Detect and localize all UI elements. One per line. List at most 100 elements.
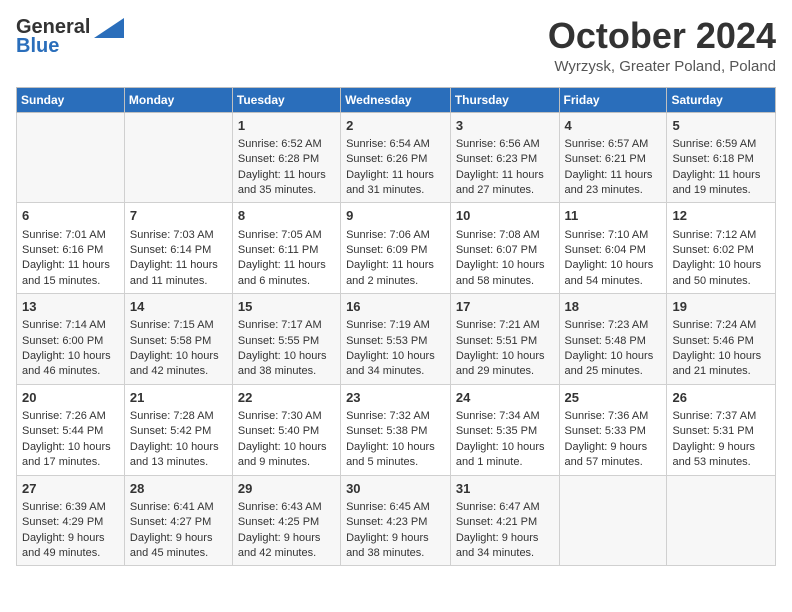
sunrise-text: Sunrise: 6:56 AM [456,137,554,152]
sunrise-text: Sunrise: 6:45 AM [346,500,445,515]
week-row-3: 13 Sunrise: 7:14 AMSunset: 6:00 PM Dayligh… [17,294,776,385]
sunrise-text: Sunrise: 6:59 AM [672,137,770,152]
sunset-text: Sunset: 5:31 PM [672,424,770,439]
sunrise-text: Sunrise: 7:34 AM [456,409,554,424]
sunrise-text: Sunrise: 6:41 AM [130,500,227,515]
sunrise-text: Sunrise: 7:03 AM [130,228,227,243]
day-number: 21 [130,389,227,407]
daylight-text: Daylight: 11 hours and 27 minutes. [456,168,554,199]
day-number: 5 [672,117,770,135]
day-number: 14 [130,298,227,316]
calendar-cell: 10Sunrise: 7:08 AMSunset: 6:07 PMDayligh… [450,203,559,294]
daylight-text: Daylight: 10 hours and 34 minutes. [346,349,445,380]
daylight-text: Daylight: 11 hours and 6 minutes. [238,258,335,289]
sunset-text: Sunset: 6:14 PM [130,243,227,258]
sunset-text: Sunset: 5:38 PM [346,424,445,439]
sunrise-text: Sunrise: 6:47 AM [456,500,554,515]
sunset-text: Sunset: 5:44 PM [22,424,119,439]
day-number: 15 [238,298,335,316]
calendar-cell: 5Sunrise: 6:59 AMSunset: 6:18 PMDaylight… [667,112,776,203]
daylight-text: Daylight: 10 hours and 50 minutes. [672,258,770,289]
daylight-text: Daylight: 11 hours and 19 minutes. [672,168,770,199]
daylight-text: Daylight: 11 hours and 2 minutes. [346,258,445,289]
sunrise-text: Sunrise: 7:17 AM [238,318,335,333]
daylight-text: Daylight: 10 hours and 58 minutes. [456,258,554,289]
calendar-cell: 31Sunrise: 6:47 AMSunset: 4:21 PMDayligh… [450,475,559,566]
sunrise-text: Sunrise: 7:37 AM [672,409,770,424]
sunrise-text: Sunrise: 7:12 AM [672,228,770,243]
calendar-cell: 18Sunrise: 7:23 AMSunset: 5:48 PMDayligh… [559,294,667,385]
sunrise-text: Sunrise: 6:39 AM [22,500,119,515]
sunset-text: Sunset: 5:55 PM [238,334,335,349]
day-number: 25 [565,389,662,407]
calendar-cell: 14Sunrise: 7:15 AMSunset: 5:58 PMDayligh… [124,294,232,385]
calendar-cell: 21Sunrise: 7:28 AMSunset: 5:42 PMDayligh… [124,384,232,475]
sunset-text: Sunset: 6:11 PM [238,243,335,258]
sunset-text: Sunset: 5:35 PM [456,424,554,439]
sunrise-text: Sunrise: 7:23 AM [565,318,662,333]
sunset-text: Sunset: 6:00 PM [22,334,119,349]
calendar-cell [17,112,125,203]
sunset-text: Sunset: 6:04 PM [565,243,662,258]
daylight-text: Daylight: 9 hours and 53 minutes. [672,440,770,471]
sunrise-text: Sunrise: 7:36 AM [565,409,662,424]
day-number: 30 [346,480,445,498]
daylight-text: Daylight: 9 hours and 34 minutes. [456,531,554,562]
sunset-text: Sunset: 5:40 PM [238,424,335,439]
sunset-text: Sunset: 5:42 PM [130,424,227,439]
calendar-cell: 4Sunrise: 6:57 AMSunset: 6:21 PMDaylight… [559,112,667,203]
logo: General Blue [16,16,124,58]
week-row-2: 6Sunrise: 7:01 AMSunset: 6:16 PMDaylight… [17,203,776,294]
day-number: 19 [672,298,770,316]
day-number: 17 [456,298,554,316]
daylight-text: Daylight: 11 hours and 35 minutes. [238,168,335,199]
sunrise-text: Sunrise: 7:26 AM [22,409,119,424]
calendar-cell: 6Sunrise: 7:01 AMSunset: 6:16 PMDaylight… [17,203,125,294]
day-number: 20 [22,389,119,407]
sunset-text: Sunset: 6:09 PM [346,243,445,258]
daylight-text: Daylight: 11 hours and 31 minutes. [346,168,445,199]
day-header-friday: Friday [559,87,667,112]
day-number: 8 [238,207,335,225]
sunrise-text: Sunrise: 7:19 AM [346,318,445,333]
sunset-text: Sunset: 4:23 PM [346,515,445,530]
day-number: 16 [346,298,445,316]
day-number: 6 [22,207,119,225]
daylight-text: Daylight: 11 hours and 15 minutes. [22,258,119,289]
calendar-cell: 28Sunrise: 6:41 AMSunset: 4:27 PMDayligh… [124,475,232,566]
sunrise-text: Sunrise: 7:08 AM [456,228,554,243]
calendar-cell: 2Sunrise: 6:54 AMSunset: 6:26 PMDaylight… [341,112,451,203]
calendar-cell: 1Sunrise: 6:52 AMSunset: 6:28 PMDaylight… [232,112,340,203]
calendar-cell: 29Sunrise: 6:43 AMSunset: 4:25 PMDayligh… [232,475,340,566]
day-header-tuesday: Tuesday [232,87,340,112]
calendar-cell: 15Sunrise: 7:17 AMSunset: 5:55 PMDayligh… [232,294,340,385]
sunrise-text: Sunrise: 7:01 AM [22,228,119,243]
calendar-cell [124,112,232,203]
page-header: General Blue October 2024 Wyrzysk, Great… [16,16,776,75]
calendar-cell: 16Sunrise: 7:19 AMSunset: 5:53 PMDayligh… [341,294,451,385]
calendar-cell: 23Sunrise: 7:32 AMSunset: 5:38 PMDayligh… [341,384,451,475]
calendar-cell: 3Sunrise: 6:56 AMSunset: 6:23 PMDaylight… [450,112,559,203]
sunrise-text: Sunrise: 7:14 AM [22,318,119,333]
calendar-cell: 17Sunrise: 7:21 AMSunset: 5:51 PMDayligh… [450,294,559,385]
calendar-cell: 25Sunrise: 7:36 AMSunset: 5:33 PMDayligh… [559,384,667,475]
day-number: 1 [238,117,335,135]
location: Wyrzysk, Greater Poland, Poland [548,58,776,75]
day-header-sunday: Sunday [17,87,125,112]
day-number: 4 [565,117,662,135]
calendar-cell: 26Sunrise: 7:37 AMSunset: 5:31 PMDayligh… [667,384,776,475]
sunset-text: Sunset: 4:27 PM [130,515,227,530]
calendar-cell: 11Sunrise: 7:10 AMSunset: 6:04 PMDayligh… [559,203,667,294]
sunrise-text: Sunrise: 6:54 AM [346,137,445,152]
sunset-text: Sunset: 6:28 PM [238,152,335,167]
daylight-text: Daylight: 10 hours and 5 minutes. [346,440,445,471]
sunset-text: Sunset: 5:33 PM [565,424,662,439]
calendar-cell: 30Sunrise: 6:45 AMSunset: 4:23 PMDayligh… [341,475,451,566]
day-header-monday: Monday [124,87,232,112]
day-number: 13 [22,298,119,316]
week-row-5: 27Sunrise: 6:39 AMSunset: 4:29 PMDayligh… [17,475,776,566]
sunrise-text: Sunrise: 7:28 AM [130,409,227,424]
daylight-text: Daylight: 10 hours and 42 minutes. [130,349,227,380]
daylight-text: Daylight: 9 hours and 45 minutes. [130,531,227,562]
sunset-text: Sunset: 4:25 PM [238,515,335,530]
